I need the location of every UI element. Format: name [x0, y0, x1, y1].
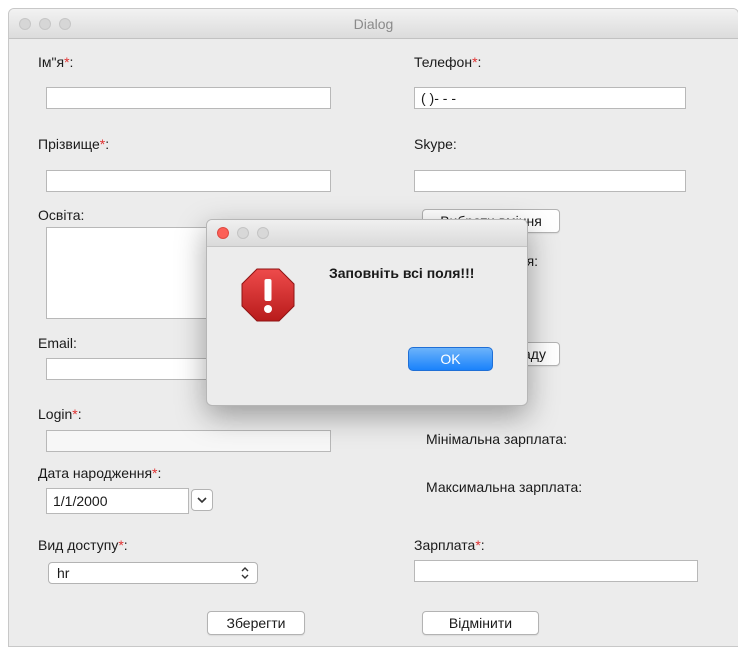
alert-close-button[interactable] [217, 227, 229, 239]
alert-message: Заповніть всі поля!!! [329, 265, 475, 281]
salary-input[interactable] [414, 560, 698, 582]
alert-title-bar [207, 220, 527, 247]
surname-label: Прізвище*: [38, 136, 110, 152]
birth-date-field[interactable]: 1/1/2000 [46, 488, 189, 514]
alert-minimize-button [237, 227, 249, 239]
alert-dialog: Заповніть всі поля!!! OK [206, 219, 528, 406]
access-select-value: hr [57, 565, 70, 581]
max-salary-label: Максимальна зарплата: [426, 479, 583, 495]
skype-label: Skype: [414, 136, 457, 152]
email-label: Email: [38, 335, 77, 351]
window-title: Dialog [353, 16, 394, 32]
min-salary-label: Мінімальна зарплата: [426, 431, 568, 447]
name-input[interactable] [46, 87, 331, 109]
login-input[interactable] [46, 430, 331, 452]
save-button[interactable]: Зберегти [207, 611, 305, 635]
cancel-button[interactable]: Відмінити [422, 611, 539, 635]
ok-button[interactable]: OK [408, 347, 493, 371]
phone-label: Телефон*: [414, 54, 482, 70]
name-label: Ім"я*: [38, 54, 74, 70]
education-label: Освіта: [38, 207, 85, 223]
alert-zoom-button [257, 227, 269, 239]
title-bar: Dialog [9, 9, 738, 39]
salary-label: Зарплата*: [414, 537, 485, 553]
access-label: Вид доступу*: [38, 537, 128, 553]
surname-input[interactable] [46, 170, 331, 192]
stop-exclamation-icon [241, 268, 295, 322]
chevron-down-icon [197, 497, 207, 504]
login-label: Login*: [38, 406, 82, 422]
access-select[interactable]: hr [48, 562, 258, 584]
updown-chevron-icon [241, 567, 249, 579]
date-dropdown-button[interactable] [191, 489, 213, 511]
birth-date-label: Дата народження*: [38, 465, 162, 481]
skype-input[interactable] [414, 170, 686, 192]
phone-input[interactable]: ( )- - - [414, 87, 686, 109]
